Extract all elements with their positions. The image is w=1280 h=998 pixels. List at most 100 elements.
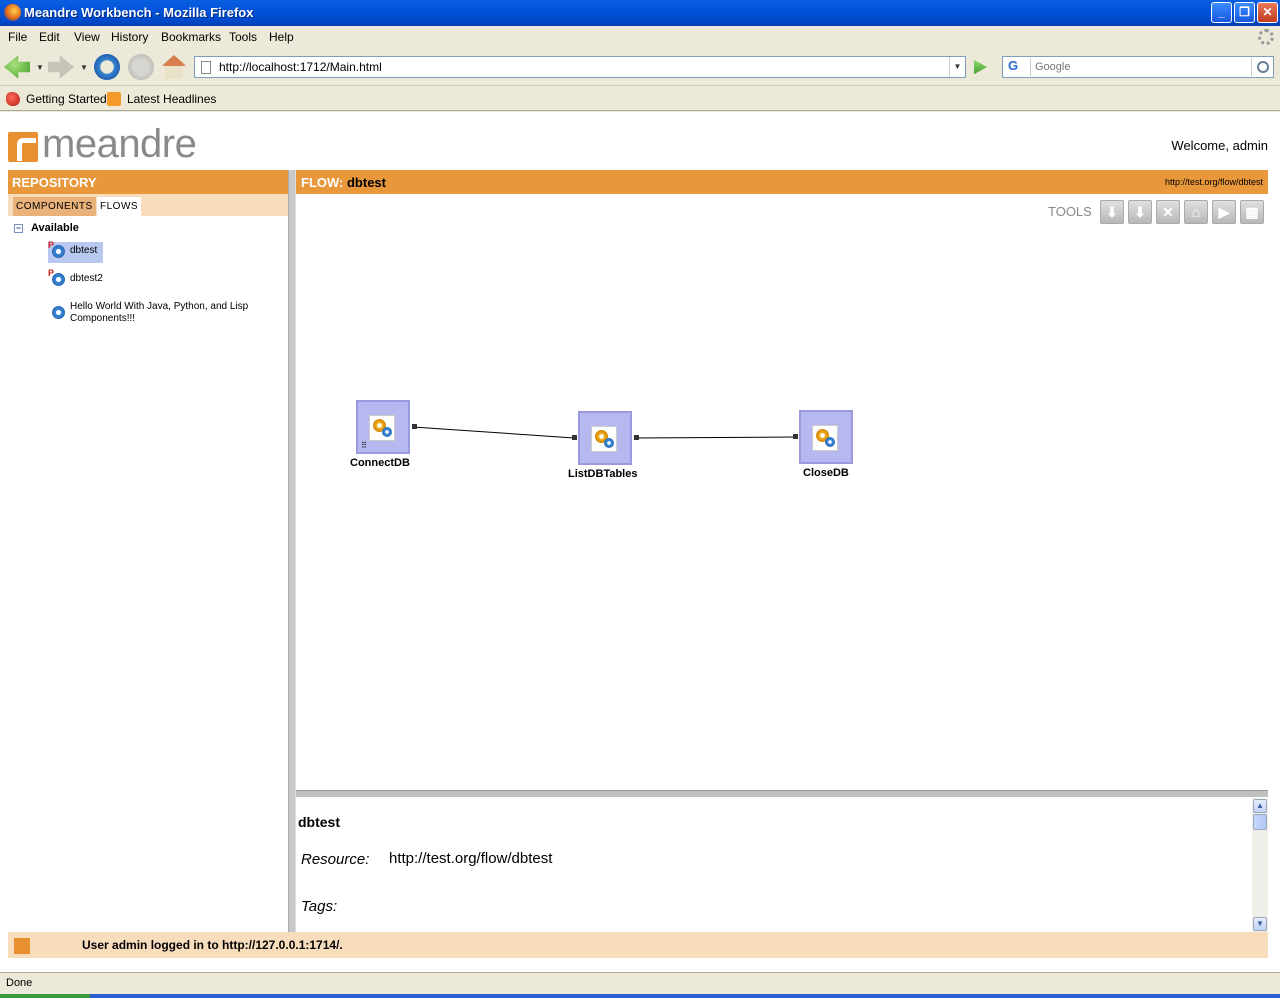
menu-bar: File Edit View History Bookmarks Tools H… <box>0 26 1280 48</box>
repository-header: REPOSITORY <box>8 170 288 194</box>
new-icon[interactable]: ⌂ <box>1184 200 1208 224</box>
tree-root-available[interactable]: − Available <box>14 222 79 234</box>
flow-gear-icon <box>52 273 65 286</box>
connection-line <box>412 426 575 439</box>
flow-name: dbtest <box>346 175 386 190</box>
flow-prefix: FLOW: <box>301 175 344 190</box>
output-port[interactable] <box>634 435 639 440</box>
menu-history[interactable]: History <box>111 30 148 44</box>
properties-handle-icon[interactable]: ⠿ <box>361 442 367 450</box>
scroll-up-icon[interactable]: ▲ <box>1253 799 1267 813</box>
save-icon[interactable]: ⬇ <box>1100 200 1124 224</box>
menu-tools[interactable]: Tools <box>229 30 257 44</box>
flow-header: FLOW: dbtest http://test.org/flow/dbtest <box>296 170 1268 194</box>
meandre-status-icon <box>14 938 30 954</box>
rss-icon <box>107 92 121 106</box>
flow-item-dbtest[interactable]: P dbtest <box>48 240 103 263</box>
tab-components[interactable]: COMPONENTS <box>13 197 96 216</box>
tools-label: TOOLS <box>1048 204 1092 219</box>
throbber-icon <box>1258 29 1274 45</box>
output-port[interactable] <box>412 424 417 429</box>
reload-icon[interactable] <box>94 54 120 80</box>
save-as-icon[interactable]: ⬇ <box>1128 200 1152 224</box>
scroll-down-icon[interactable]: ▼ <box>1253 917 1267 931</box>
tab-flows[interactable]: FLOWS <box>97 197 142 216</box>
flow-item-dbtest2[interactable]: P dbtest2 <box>48 268 118 291</box>
welcome-message: Welcome, admin <box>1171 138 1268 153</box>
bookmarks-toolbar: Getting Started Latest Headlines <box>0 87 1280 111</box>
taskbar-strip <box>0 994 1280 998</box>
flow-item-hello-world[interactable]: Hello World With Java, Python, and Lisp … <box>48 298 278 326</box>
search-bar[interactable]: G <box>1002 56 1274 78</box>
component-node-listdbtables[interactable] <box>572 411 639 465</box>
repository-tabs: COMPONENTS FLOWS <box>8 194 288 216</box>
window-title: Meandre Workbench - Mozilla Firefox <box>24 5 254 20</box>
node-label: CloseDB <box>803 467 849 479</box>
flow-item-label: dbtest <box>70 245 98 256</box>
url-dropdown-icon[interactable]: ▼ <box>949 57 965 77</box>
getting-started-icon <box>6 92 20 106</box>
window-title-bar: Meandre Workbench - Mozilla Firefox _ ❐ … <box>0 0 1280 26</box>
browser-status-text: Done <box>6 977 33 989</box>
details-scrollbar[interactable]: ▲ ▼ <box>1252 798 1268 932</box>
url-input[interactable] <box>219 59 939 75</box>
menu-view[interactable]: View <box>74 30 100 44</box>
menu-file[interactable]: File <box>8 30 27 44</box>
bookmark-label: Latest Headlines <box>127 92 217 106</box>
component-gear-icon <box>369 415 395 441</box>
home-icon[interactable] <box>162 55 186 79</box>
flow-gear-icon <box>52 245 65 258</box>
delete-icon[interactable]: ✕ <box>1156 200 1180 224</box>
component-gear-icon <box>591 426 617 452</box>
component-node-closedb[interactable] <box>793 410 853 464</box>
firefox-icon <box>4 4 21 21</box>
forward-icon[interactable] <box>48 55 74 79</box>
search-engine-icon[interactable]: G <box>1005 58 1031 76</box>
logo-text: meandre <box>42 122 197 166</box>
flow-item-label: Hello World With Java, Python, and Lisp … <box>70 301 249 324</box>
resource-label: Resource: <box>301 851 370 868</box>
connection-line <box>634 436 796 439</box>
bookmark-label: Getting Started <box>26 92 107 106</box>
flow-item-label: dbtest2 <box>70 273 103 284</box>
stop-icon[interactable] <box>128 54 154 80</box>
flow-gear-icon <box>52 306 65 319</box>
bookmark-latest-headlines[interactable]: Latest Headlines <box>107 92 216 106</box>
status-message: User admin logged in to http://127.0.0.1… <box>82 938 343 952</box>
scroll-thumb[interactable] <box>1253 814 1267 830</box>
meandre-logo-mark <box>8 132 38 162</box>
collapse-icon[interactable]: − <box>14 224 23 233</box>
resource-value: http://test.org/flow/dbtest <box>389 850 553 867</box>
app-status-bar: User admin logged in to http://127.0.0.1… <box>8 932 1268 958</box>
back-icon[interactable] <box>4 55 30 79</box>
menu-edit[interactable]: Edit <box>39 30 60 44</box>
flow-details-panel: dbtest Resource: http://test.org/flow/db… <box>296 798 1268 932</box>
input-port[interactable] <box>793 434 798 439</box>
address-bar[interactable]: ▼ <box>194 56 966 78</box>
maximize-button[interactable]: ❐ <box>1234 2 1255 23</box>
node-label: ConnectDB <box>350 457 410 469</box>
back-history-dropdown-icon[interactable]: ▼ <box>36 63 44 72</box>
page-content: meandre Welcome, admin REPOSITORY COMPON… <box>0 112 1280 972</box>
flow-canvas[interactable]: TOOLS ⬇ ⬇ ✕ ⌂ ▶ ▦ ⠿ ConnectDB ListDBTabl… <box>296 194 1268 790</box>
minimize-button[interactable]: _ <box>1211 2 1232 23</box>
horizontal-splitter[interactable] <box>296 790 1268 797</box>
flow-uri[interactable]: http://test.org/flow/dbtest <box>1165 177 1263 187</box>
search-icon[interactable] <box>1251 58 1271 76</box>
component-gear-icon <box>812 425 838 451</box>
tree-root-label: Available <box>31 222 79 234</box>
page-icon <box>201 61 211 74</box>
vertical-splitter[interactable] <box>288 170 296 932</box>
bookmark-getting-started[interactable]: Getting Started <box>6 92 107 106</box>
menu-bookmarks[interactable]: Bookmarks <box>161 30 221 44</box>
layout-icon[interactable]: ▦ <box>1240 200 1264 224</box>
menu-help[interactable]: Help <box>269 30 294 44</box>
connections-layer <box>412 426 796 439</box>
component-node-connectdb[interactable]: ⠿ <box>356 400 417 454</box>
forward-history-dropdown-icon[interactable]: ▼ <box>80 63 88 72</box>
input-port[interactable] <box>572 435 577 440</box>
close-button[interactable]: ✕ <box>1257 2 1278 23</box>
search-input[interactable] <box>1035 59 1247 75</box>
run-icon[interactable]: ▶ <box>1212 200 1236 224</box>
node-label: ListDBTables <box>568 468 638 480</box>
